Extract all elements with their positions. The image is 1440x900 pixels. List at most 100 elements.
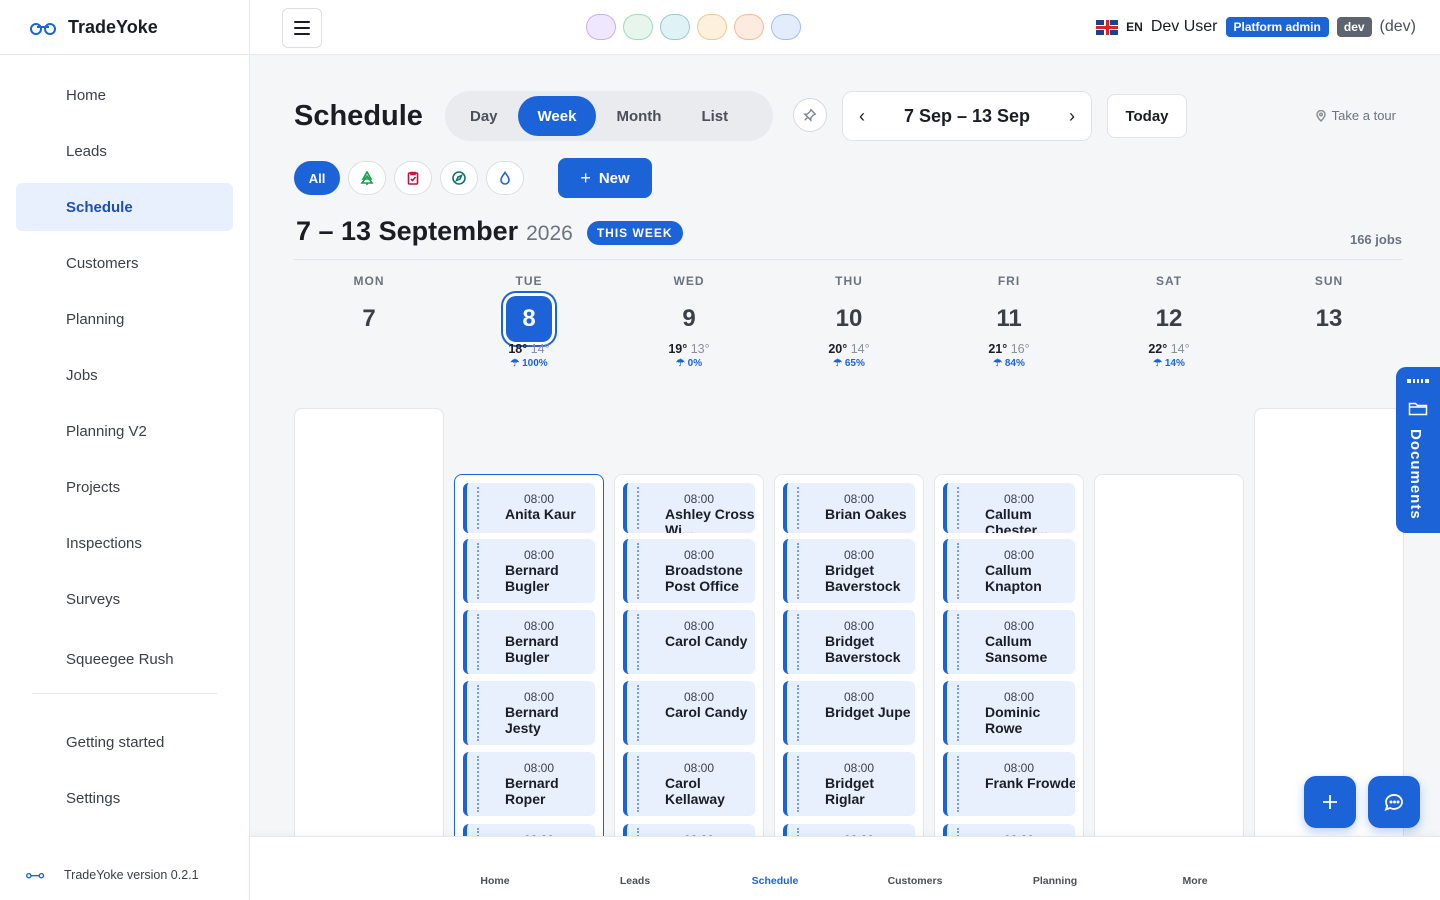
job-card[interactable]: 08:00 Bridget Baverstock xyxy=(783,539,915,603)
user-name[interactable]: Dev User xyxy=(1151,18,1218,36)
brick-trade-button[interactable] xyxy=(697,14,727,40)
drag-handle[interactable] xyxy=(477,614,479,670)
job-card[interactable]: 08:00 Dominic Rowe xyxy=(943,681,1075,745)
sidebar-item-home[interactable]: Home xyxy=(16,71,233,119)
bottom-nav-planning[interactable]: Planning xyxy=(1005,847,1105,887)
drag-handle[interactable] xyxy=(637,756,639,812)
bottom-nav-home[interactable]: Home xyxy=(445,847,545,887)
day-number[interactable]: 12 xyxy=(1146,296,1192,342)
job-card[interactable]: 08:00 Bernard Jesty xyxy=(463,681,595,745)
filter-all-chip[interactable]: All xyxy=(294,161,340,195)
day-number[interactable]: 8 xyxy=(506,296,552,342)
day-jobs-column[interactable] xyxy=(294,408,444,894)
drag-handle[interactable] xyxy=(957,614,959,670)
sidebar-item-planning-v2[interactable]: Planning V2 xyxy=(16,407,233,455)
drag-handle[interactable] xyxy=(797,487,799,529)
take-tour-link[interactable]: Take a tour xyxy=(1315,108,1396,123)
bottom-nav-more[interactable]: More xyxy=(1145,847,1245,887)
drag-handle[interactable] xyxy=(477,487,479,529)
prev-week-button[interactable]: ‹ xyxy=(859,106,865,127)
tree-trade-button[interactable] xyxy=(623,14,653,40)
documents-tab[interactable]: Documents xyxy=(1396,367,1440,533)
wrench-trade-button[interactable] xyxy=(660,14,690,40)
view-tab-month[interactable]: Month xyxy=(596,96,681,136)
menu-toggle-button[interactable] xyxy=(282,8,322,48)
next-week-button[interactable]: › xyxy=(1069,106,1075,127)
job-card[interactable]: 08:00Bridget Riglar xyxy=(783,752,915,816)
job-card[interactable]: 08:00 Anita Kaur xyxy=(463,483,595,533)
day-jobs-column[interactable] xyxy=(1094,474,1244,894)
day-number[interactable]: 9 xyxy=(666,296,712,342)
sidebar-item-jobs[interactable]: Jobs xyxy=(16,351,233,399)
view-tab-day[interactable]: Day xyxy=(450,96,518,136)
new-job-button[interactable]: + New xyxy=(558,158,652,198)
job-card[interactable]: 08:00 Ashley Cross Wi... xyxy=(623,483,755,533)
pin-button[interactable] xyxy=(793,98,827,132)
job-card[interactable]: 08:00 Carol Candy xyxy=(623,610,755,674)
job-card[interactable]: 08:00 Broadstone Post Office xyxy=(623,539,755,603)
brand[interactable]: TradeYoke xyxy=(0,0,249,55)
bottom-nav-schedule[interactable]: Schedule xyxy=(725,847,825,887)
drag-handle[interactable] xyxy=(957,756,959,812)
sidebar-item-settings[interactable]: Settings xyxy=(16,774,233,822)
drag-handle[interactable] xyxy=(797,543,799,599)
day-jobs-column[interactable]: 08:00 Brian Oakes 08:00 Bridget Baverstock 0… xyxy=(774,474,924,894)
day-jobs-column[interactable]: 08:00 Anita Kaur 08:00 Bernard Bugler 08:00 B… xyxy=(454,474,604,894)
chat-fab-button[interactable] xyxy=(1368,776,1420,828)
job-card[interactable]: 08:00 Brian Oakes xyxy=(783,483,915,533)
sidebar-item-planning[interactable]: Planning xyxy=(16,295,233,343)
drag-handle[interactable] xyxy=(477,543,479,599)
job-card[interactable]: 08:00 Callum Knapton xyxy=(943,539,1075,603)
job-card[interactable]: 08:00 Bernard Bugler xyxy=(463,610,595,674)
filter-tree-chip[interactable] xyxy=(348,161,386,195)
job-card[interactable]: 08:00 Callum Sansome xyxy=(943,610,1075,674)
drag-handle[interactable] xyxy=(957,543,959,599)
drag-handle[interactable] xyxy=(637,614,639,670)
today-button[interactable]: Today xyxy=(1107,94,1187,138)
filter-survey-chip[interactable] xyxy=(440,161,478,195)
drag-handle[interactable] xyxy=(957,487,959,529)
sidebar-item-inspections[interactable]: Inspections xyxy=(16,519,233,567)
job-card[interactable]: 08:00 Bridget Jupe xyxy=(783,681,915,745)
sidebar-item-projects[interactable]: Projects xyxy=(16,463,233,511)
view-tab-list[interactable]: List xyxy=(681,96,748,136)
job-card[interactable]: 08:00 Bridget Baverstock xyxy=(783,610,915,674)
language-label[interactable]: EN xyxy=(1126,20,1143,34)
job-card[interactable]: 08:00 Bernard Bugler xyxy=(463,539,595,603)
uk-flag-icon[interactable] xyxy=(1096,19,1119,35)
drag-handle[interactable] xyxy=(957,685,959,741)
drag-handle[interactable] xyxy=(637,685,639,741)
drag-handle[interactable] xyxy=(477,756,479,812)
drag-handle[interactable] xyxy=(797,756,799,812)
sidebar-item-getting-started[interactable]: Getting started xyxy=(16,718,233,766)
drag-handle[interactable] xyxy=(477,685,479,741)
day-number[interactable]: 13 xyxy=(1306,296,1352,342)
day-jobs-column[interactable]: 08:00 Ashley Cross Wi... 08:00 Broadstone P… xyxy=(614,474,764,894)
electric-trade-button[interactable] xyxy=(586,14,616,40)
drag-handle[interactable] xyxy=(637,543,639,599)
add-fab-button[interactable] xyxy=(1304,776,1356,828)
job-card[interactable]: 08:00 Carol Kellaway xyxy=(623,752,755,816)
drag-handle[interactable] xyxy=(797,685,799,741)
bottom-nav-customers[interactable]: Customers xyxy=(865,847,965,887)
sidebar-item-leads[interactable]: Leads xyxy=(16,127,233,175)
sidebar-item-customers[interactable]: Customers xyxy=(16,239,233,287)
sidebar-item-schedule[interactable]: Schedule xyxy=(16,183,233,231)
bottom-nav-leads[interactable]: Leads xyxy=(585,847,685,887)
day-number[interactable]: 7 xyxy=(346,296,392,342)
water-drop-trade-button[interactable] xyxy=(771,14,801,40)
day-number[interactable]: 10 xyxy=(826,296,872,342)
day-number[interactable]: 11 xyxy=(986,296,1032,342)
job-card[interactable]: 08:00Bernard Roper xyxy=(463,752,595,816)
sidebar-item-squeegee-rush[interactable]: Squeegee Rush xyxy=(16,635,233,683)
filter-water-chip[interactable] xyxy=(486,161,524,195)
drag-handle[interactable] xyxy=(637,487,639,529)
view-tab-week[interactable]: Week xyxy=(517,96,597,136)
filter-inspection-chip[interactable] xyxy=(394,161,432,195)
job-card[interactable]: 08:00 Carol Candy xyxy=(623,681,755,745)
job-card[interactable]: 08:00Frank Frowde xyxy=(943,752,1075,816)
job-card[interactable]: 08:00 Callum Chester... xyxy=(943,483,1075,533)
day-jobs-column[interactable]: 08:00 Callum Chester... 08:00 Callum Knapto… xyxy=(934,474,1084,894)
sidebar-item-surveys[interactable]: Surveys xyxy=(16,575,233,623)
drag-handle[interactable] xyxy=(797,614,799,670)
